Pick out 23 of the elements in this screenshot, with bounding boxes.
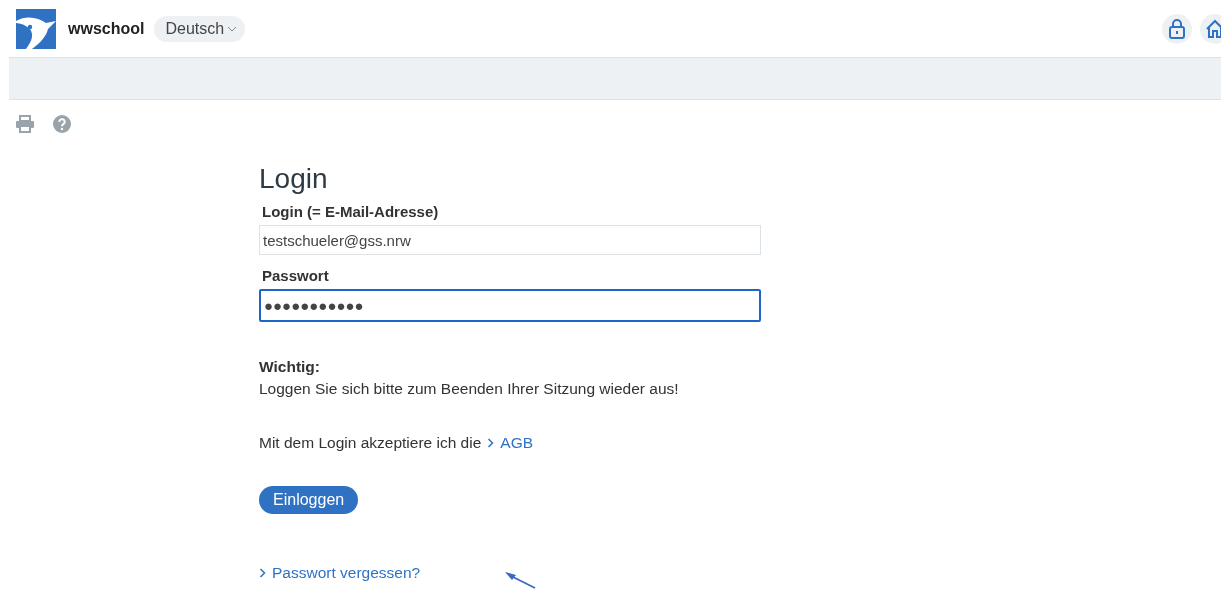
terms-text: Mit dem Login akzeptiere ich die bbox=[259, 434, 482, 452]
input-field[interactable]: ●●●●●●●●●●● bbox=[259, 289, 761, 322]
lock-button[interactable] bbox=[1162, 13, 1192, 44]
notice-text: Wichtig: Loggen Sie sich bitte zum Beenden Ihrer Sitzung wieder aus! bbox=[259, 357, 680, 399]
bird-logo-icon[interactable] bbox=[16, 8, 56, 49]
input-field[interactable]: testschueler@gss.nrw bbox=[259, 225, 761, 255]
home-button[interactable] bbox=[1200, 13, 1221, 44]
help-icon[interactable] bbox=[53, 115, 71, 133]
forgot-password-link[interactable]: Passwort vergessen? bbox=[259, 564, 421, 582]
chevron-icon bbox=[487, 438, 495, 448]
terms-link[interactable]: AGB bbox=[487, 434, 534, 452]
page-title: Login bbox=[259, 163, 329, 195]
lock-icon bbox=[1168, 18, 1186, 39]
language-dropdown[interactable]: Deutsch bbox=[154, 15, 246, 42]
print-icon[interactable] bbox=[15, 115, 35, 133]
login-button[interactable]: Einloggen bbox=[259, 486, 359, 514]
home-icon bbox=[1205, 18, 1221, 39]
brand-name: wwschool bbox=[68, 19, 145, 38]
field-label: Login (= E-Mail-Adresse) bbox=[262, 203, 440, 220]
caret-icon bbox=[227, 25, 238, 32]
field-label: Passwort bbox=[262, 267, 330, 284]
arrow-icon bbox=[503, 570, 537, 589]
chevron-icon bbox=[259, 568, 266, 578]
